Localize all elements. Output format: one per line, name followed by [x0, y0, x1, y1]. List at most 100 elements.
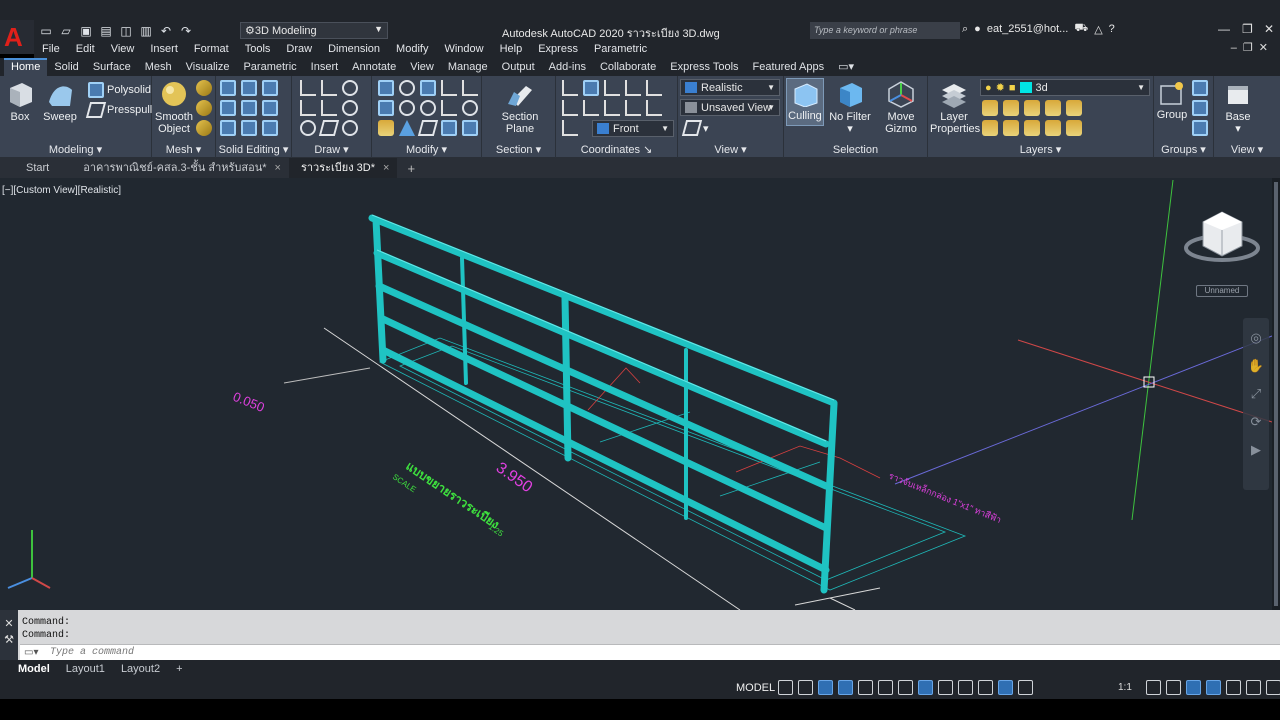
binoculars-icon[interactable]: ⌕ — [962, 23, 968, 36]
tab-insert[interactable]: Insert — [304, 58, 346, 76]
menu-dimension[interactable]: Dimension — [320, 43, 388, 55]
showmotion-icon[interactable]: ▶ — [1243, 442, 1269, 458]
ucs-object-icon[interactable] — [562, 100, 578, 116]
layer-isolate-icon[interactable] — [1003, 100, 1019, 116]
tab-home[interactable]: Home — [4, 58, 48, 76]
close-icon[interactable]: × — [275, 162, 281, 174]
scale-icon[interactable] — [399, 120, 415, 136]
rotate3d-icon[interactable] — [420, 100, 436, 116]
base-button[interactable]: Base ▾ — [1220, 80, 1256, 135]
ucs-named-icon[interactable] — [562, 120, 578, 136]
line-icon[interactable] — [300, 80, 316, 96]
viewport-config-button[interactable]: ▾ — [681, 120, 709, 136]
lineweight-icon[interactable] — [938, 680, 953, 695]
drawing-viewport[interactable]: [−][Custom View][Realistic] 0.050 3.950 … — [0, 178, 1280, 610]
mesh-refine-icon[interactable] — [196, 120, 212, 136]
erase-icon[interactable] — [462, 80, 478, 96]
group-button[interactable]: Group — [1156, 80, 1188, 121]
auto-scale-icon[interactable] — [1018, 680, 1033, 695]
new-file-icon[interactable]: ▭ — [38, 23, 54, 39]
array-icon[interactable] — [417, 120, 439, 136]
help-search-input[interactable]: Type a keyword or phrase — [810, 22, 960, 39]
layer-match-icon[interactable] — [1066, 120, 1082, 136]
paint-icon[interactable] — [378, 120, 394, 136]
panel-title-coordinates[interactable]: Coordinates ↘ — [556, 143, 677, 156]
menu-tools[interactable]: Tools — [237, 43, 279, 55]
application-menu-button[interactable]: A — [0, 20, 34, 54]
menu-express[interactable]: Express — [530, 43, 586, 55]
shell-icon[interactable] — [220, 120, 236, 136]
viewport-scrollbar[interactable] — [1272, 178, 1280, 610]
panel-title-draw[interactable]: Draw ▾ — [292, 143, 371, 156]
layer-unisolate-icon[interactable] — [1003, 120, 1019, 136]
circle-icon[interactable] — [342, 100, 358, 116]
intersect-icon[interactable] — [220, 100, 236, 116]
panel-title-selection[interactable]: Selection — [784, 144, 927, 156]
ungroup-icon[interactable] — [1192, 80, 1208, 96]
arc-icon[interactable] — [342, 80, 358, 96]
tab-collaborate[interactable]: Collaborate — [593, 58, 663, 76]
panel-title-groups[interactable]: Groups ▾ — [1154, 143, 1213, 156]
ribbon-minimize-icon[interactable]: ▭▾ — [831, 58, 861, 76]
command-input[interactable]: ▭▾ Type a command — [20, 644, 1280, 660]
ellipse-icon[interactable] — [342, 120, 358, 136]
panel-title-section[interactable]: Section ▾ — [482, 143, 555, 156]
doc-tab-start[interactable]: Start — [0, 158, 57, 178]
align-icon[interactable] — [441, 100, 457, 116]
polysolid-button[interactable]: Polysolid — [88, 82, 151, 98]
matchprop-icon[interactable] — [462, 120, 478, 136]
culling-button[interactable]: Culling — [786, 78, 824, 126]
infer-constraints-icon[interactable] — [818, 680, 833, 695]
panel-title-modeling[interactable]: Modeling ▾ — [0, 143, 151, 156]
tab-featured-apps[interactable]: Featured Apps — [746, 58, 832, 76]
menu-edit[interactable]: Edit — [68, 43, 103, 55]
ucs-z-icon[interactable] — [646, 100, 662, 116]
menu-modify[interactable]: Modify — [388, 43, 436, 55]
menu-file[interactable]: File — [34, 43, 68, 55]
copy-icon[interactable] — [378, 80, 394, 96]
snap-icon[interactable] — [798, 680, 813, 695]
ucs-face-icon[interactable] — [646, 80, 662, 96]
sweep-button[interactable]: Sweep — [42, 80, 78, 123]
pan-hand-icon[interactable]: ✋ — [1243, 358, 1269, 374]
mesh-smooth-less-icon[interactable] — [196, 100, 212, 116]
menu-insert[interactable]: Insert — [142, 43, 186, 55]
tab-visualize[interactable]: Visualize — [179, 58, 237, 76]
minimize-icon[interactable]: — — [1218, 22, 1230, 36]
annotation-monitor-icon[interactable] — [1166, 680, 1181, 695]
close-icon[interactable]: ✕ — [1264, 22, 1274, 36]
doc-tab-commercial-building[interactable]: อาคารพาณิชย์-คสล.3-ชั้น สำหรับสอน* × — [57, 158, 289, 178]
ucs-dropdown[interactable]: Front ▼ — [592, 120, 674, 137]
xline-icon[interactable] — [321, 100, 337, 116]
panel-title-mesh[interactable]: Mesh ▾ — [152, 143, 215, 156]
scrollbar-thumb[interactable] — [1274, 182, 1278, 606]
layer-freeze-icon[interactable] — [1024, 100, 1040, 116]
ucs-icon[interactable] — [562, 80, 578, 96]
layer-on-icon[interactable] — [982, 120, 998, 136]
redo-icon[interactable]: ↷ — [178, 23, 194, 39]
tab-solid[interactable]: Solid — [47, 58, 85, 76]
ortho-icon[interactable] — [838, 680, 853, 695]
polyline-icon[interactable] — [321, 80, 337, 96]
fillet-edge-icon[interactable] — [241, 120, 257, 136]
object-snap-tracking-icon[interactable] — [898, 680, 913, 695]
command-prompt-icon[interactable]: ▭▾ — [24, 647, 38, 659]
doc-tab-railing-3d[interactable]: ราวระเบียง 3D* × — [288, 158, 398, 178]
annotation-scale[interactable]: 1:1 — [1118, 682, 1132, 693]
selection-cycling-icon[interactable] — [978, 680, 993, 695]
polar-icon[interactable] — [858, 680, 873, 695]
tab-mesh[interactable]: Mesh — [138, 58, 179, 76]
panel-title-view[interactable]: View ▾ — [678, 143, 783, 156]
extract-edges-icon[interactable] — [262, 100, 278, 116]
layer-off-icon[interactable] — [982, 100, 998, 116]
publish-icon[interactable]: ◫ — [118, 23, 134, 39]
hardware-acceleration-icon[interactable] — [1226, 680, 1241, 695]
open-file-icon[interactable]: ▱ — [58, 23, 74, 39]
ucs-y-icon[interactable] — [625, 100, 641, 116]
workspace-switch-icon[interactable] — [1146, 680, 1161, 695]
model-space-toggle[interactable]: MODEL — [736, 682, 775, 694]
menu-window[interactable]: Window — [436, 43, 491, 55]
zoom-extents-icon[interactable]: ⤢ — [1243, 386, 1269, 402]
wrench-icon[interactable]: ⚒ — [4, 634, 14, 646]
close-icon[interactable]: ✕ — [4, 618, 13, 630]
